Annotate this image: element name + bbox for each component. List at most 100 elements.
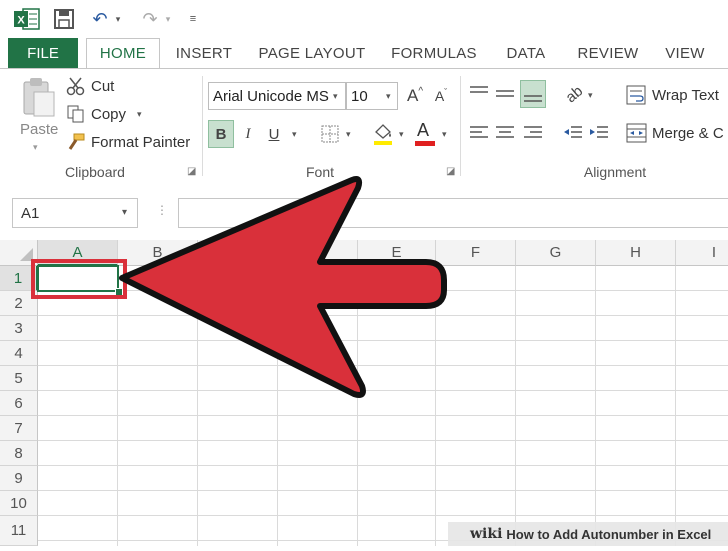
- save-icon[interactable]: [52, 8, 76, 30]
- watermark-title: How to Add Autonumber in Excel: [506, 526, 712, 542]
- format-painter-button[interactable]: Format Painter: [91, 132, 190, 152]
- align-left-icon[interactable]: [468, 122, 490, 144]
- wrap-text-button[interactable]: Wrap Text: [652, 84, 719, 106]
- gridline: [38, 415, 728, 416]
- wrap-text-icon[interactable]: [626, 84, 648, 106]
- tab-page-layout[interactable]: PAGE LAYOUT: [252, 38, 372, 68]
- undo-icon[interactable]: ↶: [88, 6, 112, 32]
- orientation-dropdown-icon[interactable]: ▾: [588, 90, 593, 101]
- font-size-dropdown-icon[interactable]: ▾: [386, 91, 391, 102]
- align-center-icon[interactable]: [494, 122, 516, 144]
- font-dialog-launcher-icon[interactable]: ◪: [446, 166, 456, 177]
- fill-color-icon[interactable]: [372, 122, 394, 146]
- align-right-icon[interactable]: [522, 122, 544, 144]
- increase-indent-icon[interactable]: [588, 122, 610, 144]
- paste-button-label[interactable]: Paste: [20, 120, 58, 138]
- row-header-10[interactable]: 10: [0, 491, 38, 516]
- alignment-group-label: Alignment: [583, 164, 647, 180]
- name-box-value: A1: [21, 204, 40, 222]
- column-header-b[interactable]: B: [118, 240, 198, 266]
- gridline: [117, 266, 118, 546]
- group-divider: [460, 76, 461, 176]
- gridline: [38, 465, 728, 466]
- merge-center-icon[interactable]: [626, 122, 648, 144]
- row-header-3[interactable]: 3: [0, 316, 38, 341]
- row-header-5[interactable]: 5: [0, 366, 38, 391]
- tab-home[interactable]: HOME: [86, 38, 160, 68]
- copy-icon[interactable]: [66, 104, 86, 124]
- tab-view[interactable]: VIEW: [656, 38, 714, 68]
- font-group-label: Font: [305, 164, 334, 180]
- highlight-box: [31, 259, 127, 299]
- svg-text:X: X: [17, 15, 25, 27]
- customize-toolbar-icon[interactable]: ≡: [186, 6, 200, 32]
- column-header-h[interactable]: H: [596, 240, 676, 266]
- shrink-font-button[interactable]: Aˇ: [430, 82, 452, 110]
- font-name-dropdown-icon[interactable]: ▾: [333, 91, 338, 102]
- formula-bar-grip-icon: ⋮: [156, 203, 168, 217]
- redo-dropdown-icon[interactable]: ▾: [162, 6, 174, 32]
- column-header-e[interactable]: E: [358, 240, 436, 266]
- italic-button[interactable]: I: [236, 120, 260, 148]
- font-color-dropdown-icon[interactable]: ▾: [442, 129, 447, 140]
- row-header-9[interactable]: 9: [0, 466, 38, 491]
- gridline: [675, 266, 676, 546]
- row-header-11[interactable]: 11: [0, 516, 38, 546]
- tab-file[interactable]: FILE: [8, 38, 78, 68]
- gridline: [595, 266, 596, 546]
- font-name-combobox[interactable]: Arial Unicode MS: [208, 82, 346, 110]
- copy-button[interactable]: Copy: [91, 104, 126, 124]
- row-header-6[interactable]: 6: [0, 391, 38, 416]
- group-divider: [202, 76, 203, 176]
- gridline: [38, 365, 728, 366]
- top-align-icon[interactable]: [468, 82, 490, 106]
- cut-icon[interactable]: [66, 76, 86, 96]
- clipboard-group-label: Clipboard: [65, 164, 125, 180]
- column-header-f[interactable]: F: [436, 240, 516, 266]
- clipboard-dialog-launcher-icon[interactable]: ◪: [187, 166, 197, 177]
- borders-dropdown-icon[interactable]: ▾: [346, 129, 351, 140]
- format-painter-icon[interactable]: [66, 132, 86, 152]
- fill-color-dropdown-icon[interactable]: ▾: [399, 129, 404, 140]
- underline-button[interactable]: U: [262, 120, 286, 148]
- gridline: [38, 340, 728, 341]
- font-color-letter: A: [417, 120, 430, 140]
- middle-align-icon[interactable]: [494, 82, 516, 106]
- gridline: [277, 266, 278, 546]
- column-header-c[interactable]: C: [198, 240, 278, 266]
- bold-button[interactable]: B: [208, 120, 234, 148]
- gridline: [38, 440, 728, 441]
- bottom-align-icon[interactable]: [520, 80, 546, 108]
- grow-font-button[interactable]: A ^: [404, 82, 426, 110]
- shrink-font-label: A: [434, 88, 445, 104]
- cut-button[interactable]: Cut: [91, 76, 114, 96]
- copy-dropdown-icon[interactable]: ▾: [137, 109, 142, 120]
- merge-center-button[interactable]: Merge & C: [652, 122, 724, 144]
- paste-dropdown-icon[interactable]: ▾: [33, 142, 38, 153]
- gridline: [197, 266, 198, 546]
- redo-icon[interactable]: ↷: [138, 6, 162, 32]
- row-header-8[interactable]: 8: [0, 441, 38, 466]
- row-header-7[interactable]: 7: [0, 416, 38, 441]
- row-header-4[interactable]: 4: [0, 341, 38, 366]
- paste-icon[interactable]: [18, 76, 58, 118]
- column-header-g[interactable]: G: [516, 240, 596, 266]
- formula-input[interactable]: [178, 198, 728, 228]
- grow-font-label: A: [406, 86, 419, 105]
- column-header-i[interactable]: I: [676, 240, 728, 266]
- font-name-value: Arial Unicode MS: [213, 87, 329, 105]
- underline-dropdown-icon[interactable]: ▾: [292, 129, 297, 140]
- tab-review[interactable]: REVIEW: [570, 38, 646, 68]
- borders-icon[interactable]: [320, 124, 340, 144]
- name-box[interactable]: A1: [12, 198, 138, 228]
- tab-data[interactable]: DATA: [496, 38, 556, 68]
- font-color-icon[interactable]: A: [414, 120, 436, 148]
- tab-insert[interactable]: INSERT: [168, 38, 240, 68]
- tab-formulas[interactable]: FORMULAS: [384, 38, 484, 68]
- undo-dropdown-icon[interactable]: ▾: [112, 6, 124, 32]
- title-bar: X ↶ ▾ ↷ ▾ ≡: [0, 0, 728, 38]
- column-header-d[interactable]: D: [278, 240, 358, 266]
- decrease-indent-icon[interactable]: [562, 122, 584, 144]
- name-box-dropdown-icon[interactable]: ▾: [122, 207, 127, 218]
- font-color-swatch: [415, 141, 435, 146]
